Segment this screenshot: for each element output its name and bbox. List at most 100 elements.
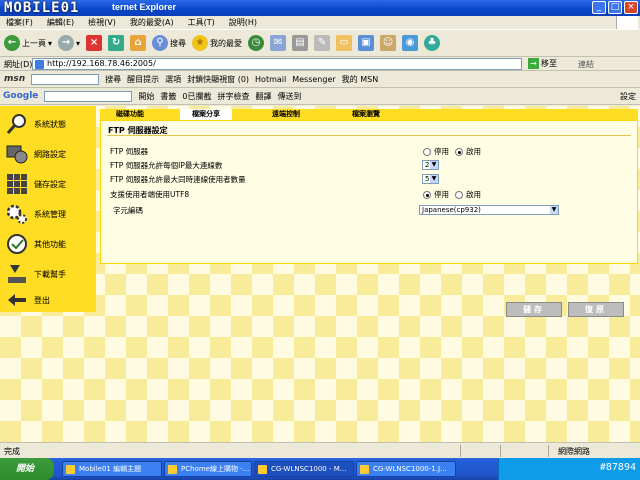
save-button[interactable]: 儲存 (506, 302, 562, 317)
msn-options-button[interactable]: 選項 (165, 74, 181, 85)
utf8-disable-radio[interactable] (423, 190, 431, 199)
ie-icon (258, 465, 267, 474)
title-divider (107, 135, 631, 136)
msn-search-input[interactable] (31, 73, 100, 85)
history-icon[interactable]: ◷ (248, 35, 265, 51)
tray-clock: #87894 (599, 462, 636, 473)
edit-icon[interactable]: ✎ (314, 35, 331, 51)
msn-buddy-icon[interactable]: ♣ (424, 35, 441, 51)
go-arrow-icon: → (528, 58, 539, 69)
google-start-button[interactable]: 開始 (138, 91, 154, 102)
popup-blocker-button[interactable]: 封鎖快顯視窗 (0) (187, 74, 249, 85)
messenger-icon[interactable]: ☺ (380, 35, 397, 51)
watermark-logo: MOBILE01 (4, 0, 80, 16)
research-icon[interactable]: ◉ (402, 35, 419, 51)
max-per-ip-select[interactable]: 2 ▼ (422, 160, 439, 170)
utf8-enable-radio[interactable] (455, 190, 463, 199)
title-bar: MOBILE01 ternet Explorer _ □ × (0, 0, 640, 16)
start-button[interactable]: 開始 (0, 458, 54, 480)
window-icon[interactable]: ▣ (358, 35, 375, 51)
status-bar: 完成 網際網路 (0, 442, 640, 458)
print-icon[interactable]: ▤ (292, 35, 309, 51)
minimize-button[interactable]: _ (592, 1, 606, 14)
google-search-input[interactable] (44, 90, 133, 102)
storage-grid-icon (6, 173, 28, 195)
mail-icon[interactable]: ✉ (270, 35, 287, 51)
magnifier-icon (6, 113, 28, 135)
sidebar-item-system-status[interactable]: 系統狀態 (0, 110, 96, 138)
close-button[interactable]: × (624, 1, 638, 14)
task-pchome[interactable]: PChome線上購物 -... (164, 461, 252, 477)
router-sidebar: 系統狀態 網路設定 儲存設定 系統管理 其他功能 下載幫手 登出 (0, 106, 96, 312)
sidebar-item-system-admin[interactable]: 系統管理 (0, 200, 96, 228)
address-input[interactable]: http://192.168.78.46:2005/ (32, 58, 522, 70)
tab-file-sharing[interactable]: 檔案分享 (180, 109, 232, 120)
ftp-server-enable-radio[interactable] (455, 147, 463, 156)
security-zone: 網際網路 (558, 447, 590, 456)
hotmail-button[interactable]: Hotmail (255, 75, 286, 84)
window-title: ternet Explorer (112, 2, 177, 12)
google-bookmarks-button[interactable]: 書籤 (160, 91, 176, 102)
address-bar: 網址(D) http://192.168.78.46:2005/ → 移至 連結 (0, 57, 640, 71)
max-users-select[interactable]: 5 ▼ (422, 174, 439, 184)
task-cg-wlnsc1000-j[interactable]: CG-WLNSC1000-1.J... (356, 461, 456, 477)
msn-logo: msn (4, 74, 26, 84)
menu-file[interactable]: 檔案(F) (6, 16, 33, 29)
network-icon (6, 143, 28, 165)
chevron-down-icon: ▼ (550, 206, 558, 214)
chevron-down-icon: ▼ (430, 161, 438, 169)
chevron-down-icon: ▼ (430, 175, 438, 183)
links-button[interactable]: 連結 (578, 59, 594, 70)
google-settings-button[interactable]: 設定 (620, 91, 636, 102)
tab-remote-control[interactable]: 遠端控制 (260, 109, 312, 120)
menu-favorites[interactable]: 我的最愛(A) (130, 16, 174, 29)
encoding-select[interactable]: Japanese(cp932) ▼ (419, 205, 559, 215)
folder-icon[interactable]: ▭ (336, 35, 353, 51)
back-arrow-icon: ← (4, 35, 20, 51)
tab-disk[interactable]: 磁碟功能 (100, 109, 160, 120)
ie-icon (168, 465, 177, 474)
image-viewer-icon (360, 465, 369, 474)
menu-bar: 檔案(F) 編輯(E) 檢視(V) 我的最愛(A) 工具(T) 說明(H) (0, 16, 640, 29)
sidebar-item-other-functions[interactable]: 其他功能 (0, 230, 96, 258)
task-cg-wlnsc1000-m[interactable]: CG-WLNSC1000 - M... (254, 461, 354, 477)
menu-view[interactable]: 檢視(V) (88, 16, 116, 29)
search-button[interactable]: ⚲ 搜尋 (152, 35, 186, 51)
download-icon (6, 263, 28, 285)
popups-blocked-button[interactable]: 0已攔截 (182, 91, 211, 102)
page-content: 系統狀態 網路設定 儲存設定 系統管理 其他功能 下載幫手 登出 磁碟功能 檔案… (0, 106, 640, 442)
msn-search-button[interactable]: 搜尋 (105, 74, 121, 85)
msn-highlight-button[interactable]: 醒目提示 (127, 74, 159, 85)
task-mobile01[interactable]: Mobile01 編輯主題 (62, 461, 162, 477)
logout-arrow-icon (6, 289, 28, 311)
translate-button[interactable]: 翻譯 (255, 91, 271, 102)
utf8-label: 支援使用者端使用UTF8 (110, 190, 190, 199)
max-per-ip-label: FTP 伺服器允許每個IP最大連線數 (110, 161, 223, 170)
maximize-button[interactable]: □ (608, 1, 622, 14)
menu-tools[interactable]: 工具(T) (188, 16, 215, 29)
forward-button[interactable]: → ▾ (58, 35, 80, 51)
stop-icon[interactable]: × (86, 35, 103, 51)
menu-help[interactable]: 說明(H) (229, 16, 257, 29)
spellcheck-button[interactable]: 拼字檢查 (217, 91, 249, 102)
ftp-server-disable-radio[interactable] (423, 147, 431, 156)
favorites-button[interactable]: ★ 我的最愛 (192, 35, 242, 51)
sidebar-item-storage[interactable]: 儲存設定 (0, 170, 96, 198)
sidebar-item-logout[interactable]: 登出 (0, 286, 96, 314)
menu-edit[interactable]: 編輯(E) (47, 16, 74, 29)
restore-button[interactable]: 復原 (568, 302, 624, 317)
go-button[interactable]: → 移至 (528, 58, 557, 69)
sidebar-item-network[interactable]: 網路設定 (0, 140, 96, 168)
system-tray: #87894 (498, 458, 640, 480)
sidebar-item-download-helper[interactable]: 下載幫手 (0, 260, 96, 288)
my-msn-button[interactable]: 我的 MSN (342, 74, 379, 85)
home-icon[interactable]: ⌂ (130, 35, 147, 51)
address-label: 網址(D) (4, 60, 33, 69)
refresh-icon[interactable]: ↻ (108, 35, 125, 51)
messenger-button[interactable]: Messenger (292, 75, 335, 84)
tab-file-browser[interactable]: 檔案瀏覽 (340, 109, 392, 120)
back-button[interactable]: ← 上一頁 ▾ (4, 35, 52, 51)
send-to-button[interactable]: 傳送到 (277, 91, 301, 102)
ftp-server-label: FTP 伺服器 (110, 147, 149, 156)
ftp-settings-panel: FTP 伺服器設定 FTP 伺服器 停用 啟用 FTP 伺服器允許每個IP最大連… (100, 120, 638, 264)
